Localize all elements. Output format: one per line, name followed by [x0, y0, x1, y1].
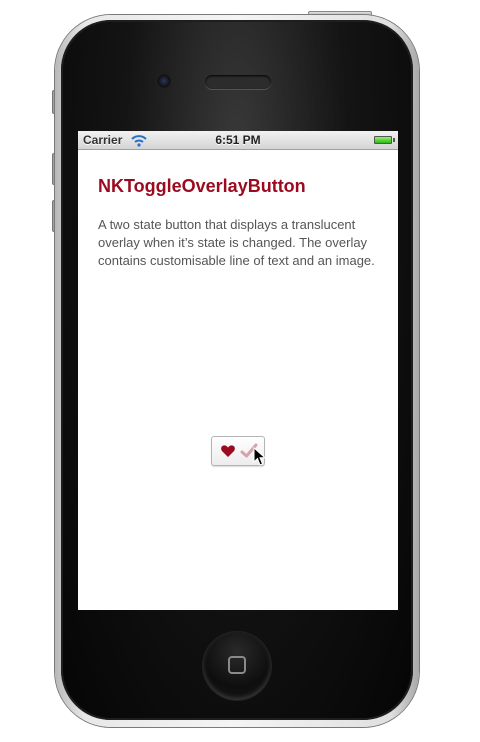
mouse-cursor-icon: [253, 447, 267, 466]
simulator-stage: Carrier 6:51 PM NKToggleOverlayButton A …: [0, 0, 480, 742]
status-time: 6:51 PM: [215, 133, 261, 147]
home-button[interactable]: [203, 632, 271, 700]
phone-screen: Carrier 6:51 PM NKToggleOverlayButton A …: [78, 131, 398, 610]
earpiece-speaker: [205, 75, 271, 89]
front-camera: [157, 74, 171, 88]
battery-tip: [393, 138, 395, 142]
page-title: NKToggleOverlayButton: [98, 176, 306, 196]
battery-icon: [374, 136, 392, 144]
heart-icon: [221, 445, 235, 457]
page-description: A two state button that displays a trans…: [98, 217, 375, 268]
status-bar: Carrier 6:51 PM: [78, 131, 398, 150]
home-square-icon: [228, 656, 246, 674]
